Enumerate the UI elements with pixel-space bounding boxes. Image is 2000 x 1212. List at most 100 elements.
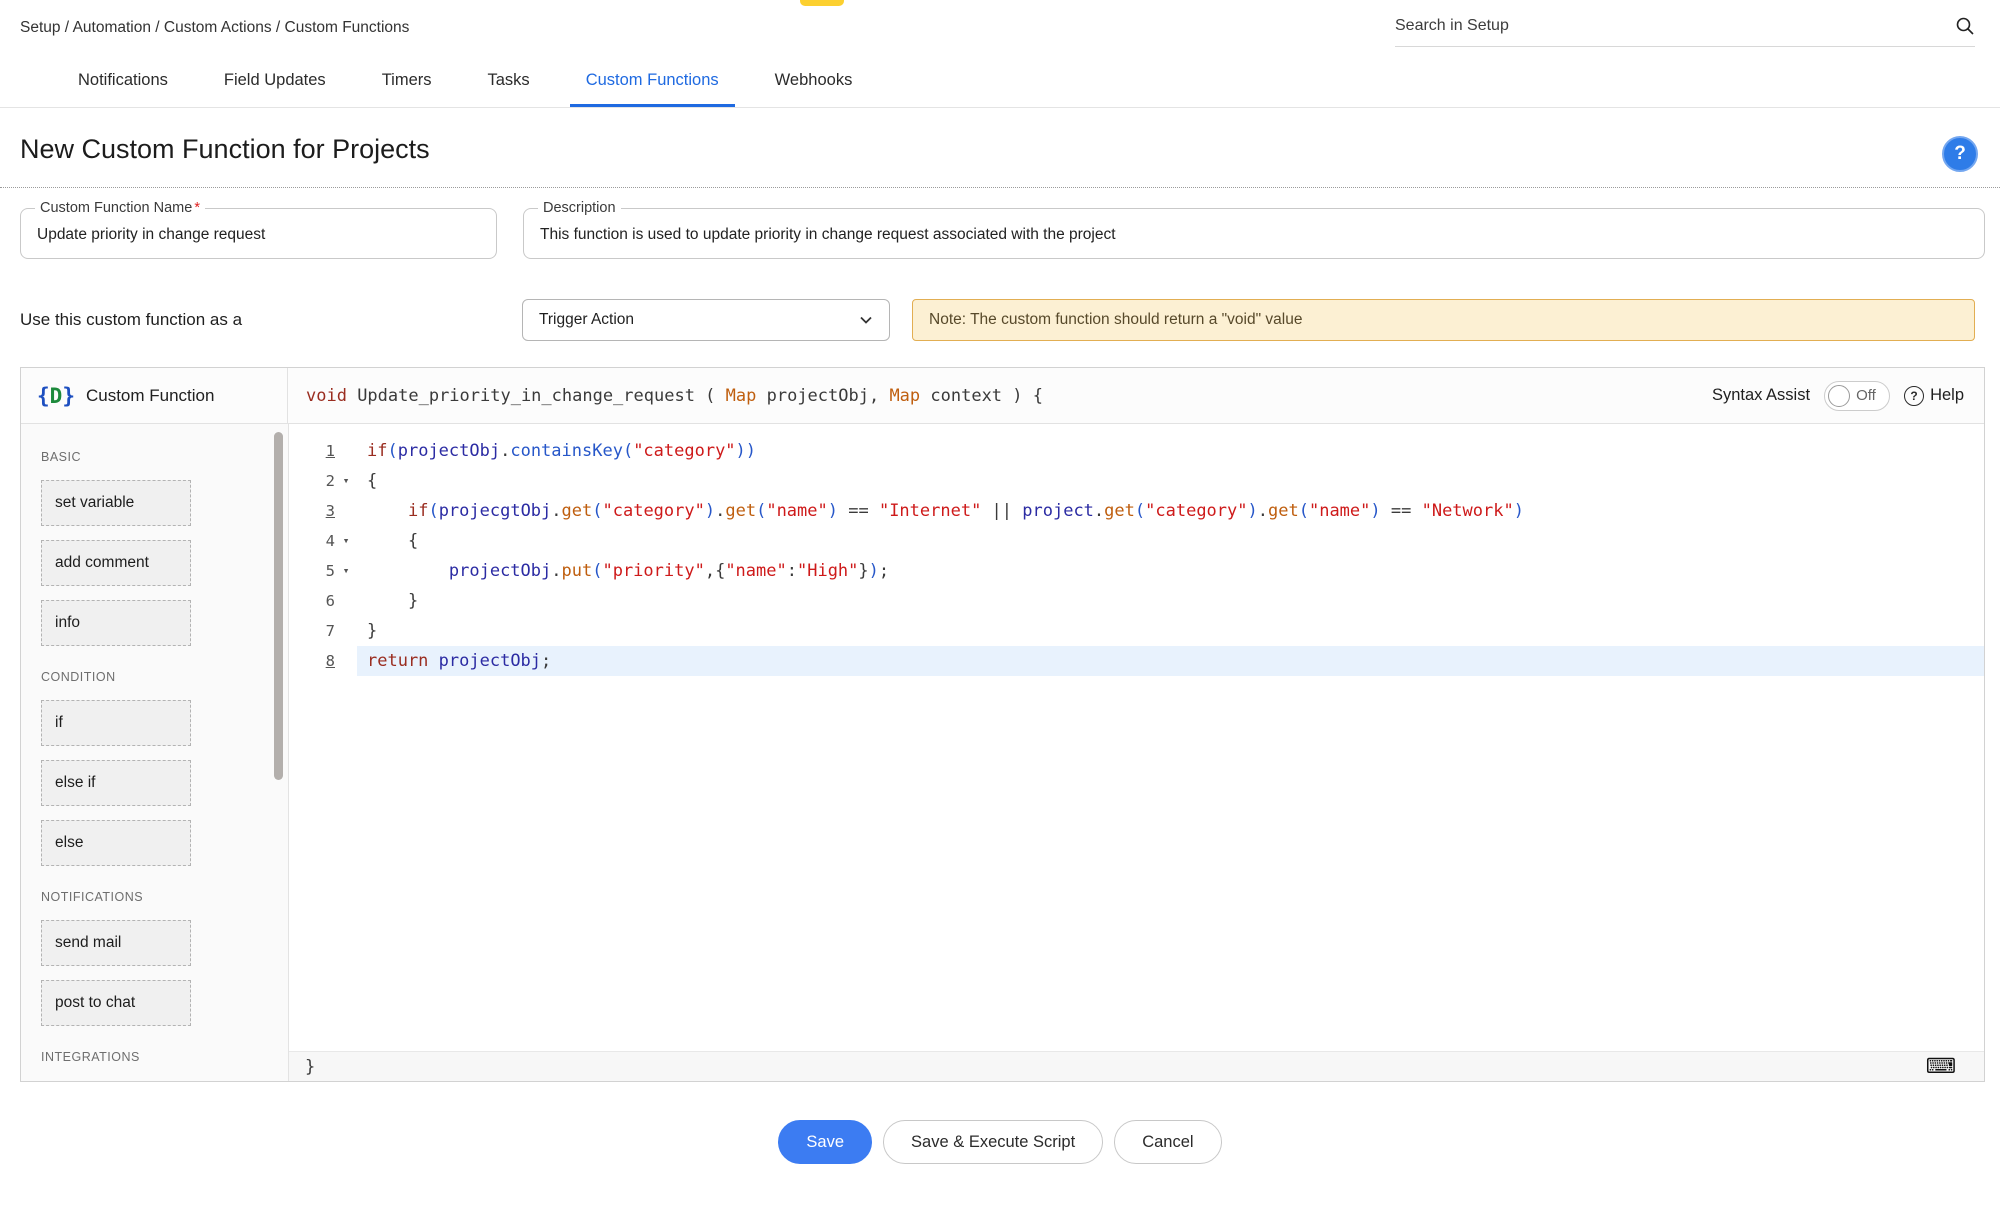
code-text[interactable]: } — [357, 586, 1984, 616]
code-text[interactable]: if(projectObj.containsKey("category")) — [357, 436, 1984, 466]
line-number[interactable]: 7 — [289, 616, 335, 646]
code-token: ( — [756, 501, 766, 521]
fold-spacer — [335, 616, 357, 646]
form-fields: Custom Function Name* Description — [0, 188, 2000, 259]
sidebar-item-else-if[interactable]: else if — [41, 760, 191, 806]
code-token: context ) { — [920, 386, 1043, 406]
code-editor[interactable]: 1if(projectObj.containsKey("category"))2… — [289, 424, 1984, 1051]
code-token: ,{ — [705, 561, 725, 581]
tab-notifications[interactable]: Notifications — [62, 58, 184, 107]
code-text[interactable]: { — [357, 526, 1984, 556]
custom-function-name-field: Custom Function Name* — [20, 200, 497, 259]
line-number[interactable]: 5 — [289, 556, 335, 586]
line-number[interactable]: 6 — [289, 586, 335, 616]
sidebar-item-set-variable[interactable]: set variable — [41, 480, 191, 526]
code-token — [428, 651, 438, 671]
code-line: 2▾ { — [289, 466, 1984, 496]
tab-timers[interactable]: Timers — [366, 58, 448, 107]
sidebar-item-add-comment[interactable]: add comment — [41, 540, 191, 586]
fold-arrow-icon[interactable]: ▾ — [335, 556, 357, 586]
code-token: ; — [541, 651, 551, 671]
code-token: } — [367, 591, 418, 611]
code-token: get — [725, 501, 756, 521]
code-token: } — [858, 561, 868, 581]
code-line: 7} — [289, 616, 1984, 646]
code-token: . — [551, 501, 561, 521]
toggle-state: Off — [1856, 387, 1876, 404]
code-token: { — [367, 471, 377, 491]
function-type-value: Trigger Action — [539, 311, 634, 329]
fold-spacer — [335, 496, 357, 526]
code-text[interactable]: } — [357, 616, 1984, 646]
code-line: 4▾ { — [289, 526, 1984, 556]
tab-webhooks[interactable]: Webhooks — [759, 58, 869, 107]
tab-field-updates[interactable]: Field Updates — [208, 58, 342, 107]
code-token: )) — [736, 441, 756, 461]
sidebar-item-else[interactable]: else — [41, 820, 191, 866]
code-text[interactable]: return projectObj; — [357, 646, 1984, 676]
code-line: 3 if(projecgtObj.get("category").get("na… — [289, 496, 1984, 526]
code-token: "category" — [603, 501, 705, 521]
code-token: . — [1094, 501, 1104, 521]
code-token: get — [1268, 501, 1299, 521]
sidebar-section: CONDITION if else if else — [41, 670, 288, 866]
sidebar-item-send-mail[interactable]: send mail — [41, 920, 191, 966]
code-text[interactable]: projectObj.put("priority",{"name":"High"… — [357, 556, 1984, 586]
setup-search — [1395, 16, 1975, 47]
sidebar-heading: CONDITION — [41, 670, 288, 684]
editor-help-button[interactable]: ? Help — [1904, 386, 1964, 406]
line-number[interactable]: 2 — [289, 466, 335, 496]
tab-tasks[interactable]: Tasks — [472, 58, 546, 107]
function-type-select[interactable]: Trigger Action — [522, 299, 890, 341]
fold-arrow-icon[interactable]: ▾ — [335, 466, 357, 496]
panel-header: {D} Custom Function void Update_priority… — [21, 368, 1984, 424]
panel-title: Custom Function — [86, 386, 215, 406]
sidebar-scrollbar[interactable] — [274, 432, 283, 780]
function-signature: void Update_priority_in_change_request (… — [288, 386, 1043, 406]
sidebar-item-if[interactable]: if — [41, 700, 191, 746]
editor-help-label: Help — [1930, 386, 1964, 405]
custom-function-icon: {D} — [37, 384, 75, 408]
code-text[interactable]: if(projecgtObj.get("category").get("name… — [357, 496, 1984, 526]
page-help-icon[interactable]: ? — [1942, 136, 1978, 172]
keyboard-icon[interactable]: ⌨ — [1926, 1056, 1956, 1077]
code-token: void — [306, 386, 347, 406]
breadcrumb[interactable]: Setup / Automation / Custom Actions / Cu… — [20, 16, 409, 37]
save-button[interactable]: Save — [778, 1120, 872, 1164]
name-input[interactable] — [35, 218, 482, 246]
search-input[interactable] — [1395, 17, 1945, 35]
line-number[interactable]: 4 — [289, 526, 335, 556]
save-execute-script-button[interactable]: Save & Execute Script — [883, 1120, 1103, 1164]
syntax-assist-toggle[interactable]: Off — [1824, 381, 1890, 411]
code-token: || — [981, 501, 1022, 521]
fold-spacer — [335, 646, 357, 676]
line-number[interactable]: 8 — [289, 646, 335, 676]
code-text[interactable]: { — [357, 466, 1984, 496]
line-number[interactable]: 3 — [289, 496, 335, 526]
code-token: project — [1022, 501, 1094, 521]
browser-tab-notch — [800, 0, 844, 6]
search-icon[interactable] — [1955, 16, 1975, 36]
line-number[interactable]: 1 — [289, 436, 335, 466]
sidebar-section: INTEGRATIONS — [41, 1050, 288, 1064]
code-token: ; — [879, 561, 889, 581]
code-token: get — [1104, 501, 1135, 521]
code-token: "High" — [797, 561, 858, 581]
description-input[interactable] — [538, 218, 1970, 246]
code-token: ) — [1248, 501, 1258, 521]
sidebar-item-post-to-chat[interactable]: post to chat — [41, 980, 191, 1026]
code-token: ( — [387, 441, 397, 461]
panel-title-cell: {D} Custom Function — [21, 368, 288, 423]
code-token: "category" — [633, 441, 735, 461]
panel-controls: Syntax Assist Off ? Help — [1712, 381, 1984, 411]
cancel-button[interactable]: Cancel — [1114, 1120, 1221, 1164]
tab-custom-functions[interactable]: Custom Functions — [570, 58, 735, 107]
code-token: ( — [592, 501, 602, 521]
action-buttons: SaveSave & Execute ScriptCancel — [0, 1120, 2000, 1164]
code-token: ( — [1299, 501, 1309, 521]
code-token: if — [367, 441, 387, 461]
fold-spacer — [335, 436, 357, 466]
sidebar-item-info[interactable]: info — [41, 600, 191, 646]
sidebar-heading: NOTIFICATIONS — [41, 890, 288, 904]
fold-arrow-icon[interactable]: ▾ — [335, 526, 357, 556]
